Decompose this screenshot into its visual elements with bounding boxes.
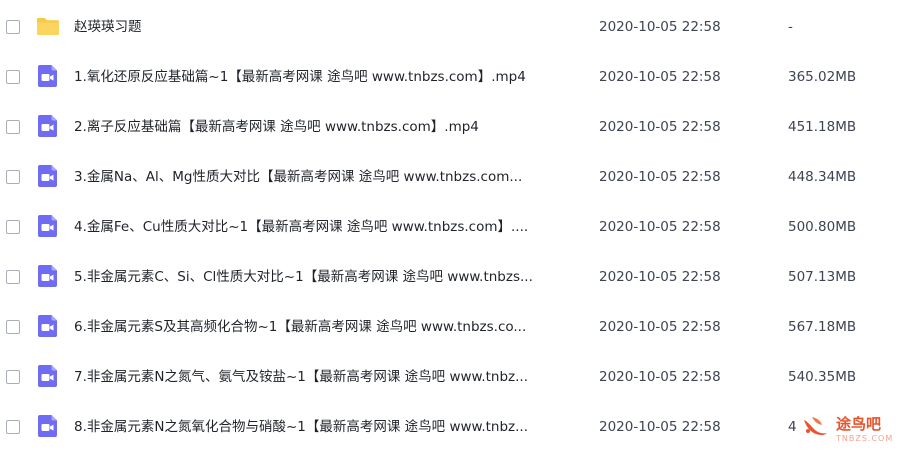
video-file-icon xyxy=(36,214,60,238)
file-size: - xyxy=(788,19,793,35)
file-size: 365.02MB xyxy=(788,69,857,85)
file-name[interactable]: 赵瑛瑛习题 xyxy=(74,2,582,52)
file-name[interactable]: 8.非金属元素N之氮氧化合物与硝酸~1【最新高考网课 途鸟吧 www.tnbz.… xyxy=(74,402,582,450)
modified-date: 2020-10-05 22:58 xyxy=(599,219,721,235)
file-size: 540.35MB xyxy=(788,369,857,385)
watermark: 途鸟吧 TNBZS.COM xyxy=(796,408,901,450)
modified-date: 2020-10-05 22:58 xyxy=(599,19,721,35)
file-row[interactable]: 2.离子反应基础篇【最新高考网课 途鸟吧 www.tnbzs.com】.mp4 … xyxy=(0,102,901,152)
file-row[interactable]: 7.非金属元素N之氮气、氨气及铵盐~1【最新高考网课 途鸟吧 www.tnbz.… xyxy=(0,352,901,402)
watermark-subtext: TNBZS.COM xyxy=(836,434,894,443)
folder-row[interactable]: 赵瑛瑛习题 2020-10-05 22:58 - xyxy=(0,2,901,52)
row-checkbox[interactable] xyxy=(6,270,20,284)
file-name[interactable]: 5.非金属元素C、Si、Cl性质大对比~1【最新高考网课 途鸟吧 www.tnb… xyxy=(74,252,582,302)
row-checkbox[interactable] xyxy=(6,20,20,34)
file-name[interactable]: 1.氧化还原反应基础篇~1【最新高考网课 途鸟吧 www.tnbzs.com】.… xyxy=(74,52,582,102)
file-name[interactable]: 6.非金属元素S及其高频化合物~1【最新高考网课 途鸟吧 www.tnbzs.c… xyxy=(74,302,582,352)
file-size: 448.34MB xyxy=(788,169,857,185)
row-checkbox[interactable] xyxy=(6,370,20,384)
file-name[interactable]: 3.金属Na、Al、Mg性质大对比【最新高考网课 途鸟吧 www.tnbzs.c… xyxy=(74,152,582,202)
row-checkbox[interactable] xyxy=(6,170,20,184)
file-size: 451.18MB xyxy=(788,119,857,135)
file-row[interactable]: 1.氧化还原反应基础篇~1【最新高考网课 途鸟吧 www.tnbzs.com】.… xyxy=(0,52,901,102)
video-file-icon xyxy=(36,164,60,188)
watermark-text: 途鸟吧 xyxy=(836,415,882,433)
modified-date: 2020-10-05 22:58 xyxy=(599,169,721,185)
modified-date: 2020-10-05 22:58 xyxy=(599,419,721,435)
modified-date: 2020-10-05 22:58 xyxy=(599,269,721,285)
modified-date: 2020-10-05 22:58 xyxy=(599,119,721,135)
file-row[interactable]: 8.非金属元素N之氮氧化合物与硝酸~1【最新高考网课 途鸟吧 www.tnbz.… xyxy=(0,402,901,450)
video-file-icon xyxy=(36,264,60,288)
file-row[interactable]: 4.金属Fe、Cu性质大对比~1【最新高考网课 途鸟吧 www.tnbzs.co… xyxy=(0,202,901,252)
video-file-icon xyxy=(36,364,60,388)
video-file-icon xyxy=(36,414,60,438)
video-file-icon xyxy=(36,314,60,338)
file-size: 567.18MB xyxy=(788,319,857,335)
file-list: 赵瑛瑛习题 2020-10-05 22:58 - 1.氧化还原反应基础篇~1【最… xyxy=(0,0,901,450)
folder-icon xyxy=(36,14,60,38)
row-checkbox[interactable] xyxy=(6,70,20,84)
file-row[interactable]: 6.非金属元素S及其高频化合物~1【最新高考网课 途鸟吧 www.tnbzs.c… xyxy=(0,302,901,352)
video-file-icon xyxy=(36,114,60,138)
modified-date: 2020-10-05 22:58 xyxy=(599,69,721,85)
file-row[interactable]: 3.金属Na、Al、Mg性质大对比【最新高考网课 途鸟吧 www.tnbzs.c… xyxy=(0,152,901,202)
file-size: 500.80MB xyxy=(788,219,857,235)
row-checkbox[interactable] xyxy=(6,220,20,234)
video-file-icon xyxy=(36,64,60,88)
file-name[interactable]: 4.金属Fe、Cu性质大对比~1【最新高考网课 途鸟吧 www.tnbzs.co… xyxy=(74,202,582,252)
file-row[interactable]: 5.非金属元素C、Si、Cl性质大对比~1【最新高考网课 途鸟吧 www.tnb… xyxy=(0,252,901,302)
row-checkbox[interactable] xyxy=(6,320,20,334)
file-name[interactable]: 2.离子反应基础篇【最新高考网课 途鸟吧 www.tnbzs.com】.mp4 xyxy=(74,102,582,152)
bird-logo-icon xyxy=(800,412,830,442)
row-checkbox[interactable] xyxy=(6,120,20,134)
file-name[interactable]: 7.非金属元素N之氮气、氨气及铵盐~1【最新高考网课 途鸟吧 www.tnbz.… xyxy=(74,352,582,402)
modified-date: 2020-10-05 22:58 xyxy=(599,369,721,385)
modified-date: 2020-10-05 22:58 xyxy=(599,319,721,335)
row-checkbox[interactable] xyxy=(6,420,20,434)
file-size: 507.13MB xyxy=(788,269,857,285)
